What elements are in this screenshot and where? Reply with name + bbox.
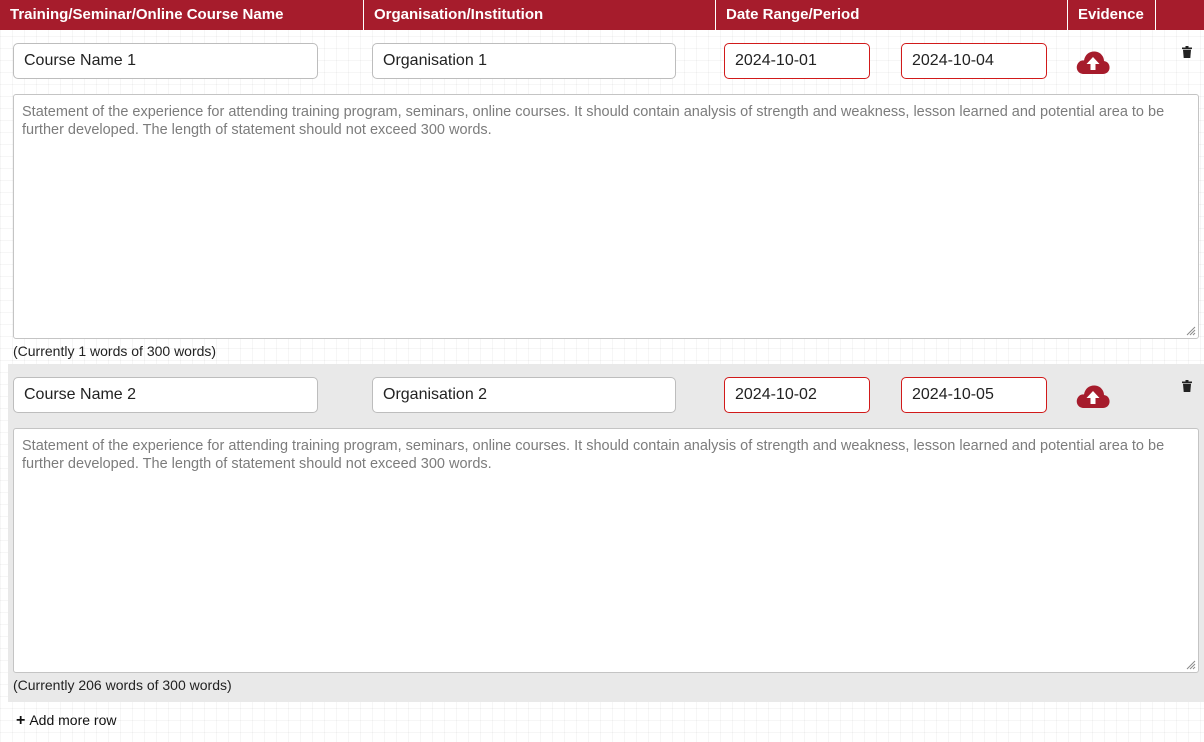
trash-icon[interactable] <box>1182 380 1192 392</box>
organisation-input[interactable] <box>372 43 676 79</box>
header-course-name: Training/Seminar/Online Course Name <box>0 0 364 30</box>
word-count: (Currently 1 words of 300 words) <box>13 343 217 359</box>
date-to-input[interactable] <box>901 43 1047 79</box>
date-to-input[interactable] <box>901 377 1047 413</box>
course-name-input[interactable] <box>13 43 318 79</box>
statement-textarea[interactable] <box>13 428 1199 673</box>
cloud-upload-icon[interactable] <box>1075 49 1111 75</box>
header-organisation: Organisation/Institution <box>364 0 716 30</box>
add-row-label: Add more row <box>29 712 117 728</box>
trash-icon[interactable] <box>1182 46 1192 58</box>
header-actions <box>1156 0 1204 30</box>
plus-icon: + <box>16 712 26 729</box>
word-count: (Currently 206 words of 300 words) <box>13 677 232 693</box>
resize-handle-icon[interactable] <box>1184 658 1196 670</box>
organisation-input[interactable] <box>372 377 676 413</box>
resize-handle-icon[interactable] <box>1184 324 1196 336</box>
table-header: Training/Seminar/Online Course Name Orga… <box>0 0 1204 30</box>
statement-textarea[interactable] <box>13 94 1199 339</box>
date-from-input[interactable] <box>724 377 870 413</box>
header-date-range: Date Range/Period <box>716 0 1068 30</box>
cloud-upload-icon[interactable] <box>1075 383 1111 409</box>
header-evidence: Evidence <box>1068 0 1156 30</box>
course-name-input[interactable] <box>13 377 318 413</box>
add-row-button[interactable]: + Add more row <box>16 712 117 730</box>
date-from-input[interactable] <box>724 43 870 79</box>
